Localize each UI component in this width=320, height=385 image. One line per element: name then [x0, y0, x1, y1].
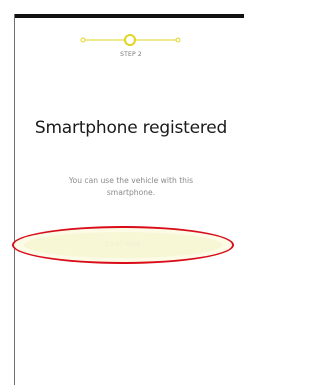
continue-button[interactable]: CONTINUE	[12, 226, 234, 264]
description-text: You can use the vehicle with this smartp…	[68, 176, 194, 197]
step-2-dot-current	[124, 34, 136, 46]
page-title: Smartphone registered	[34, 118, 228, 138]
step-1-dot	[80, 37, 86, 43]
step-indicator: STEP 2	[0, 0, 244, 60]
step-3-dot	[175, 37, 181, 43]
step-label: STEP 2	[120, 51, 142, 58]
continue-button-label: CONTINUE	[104, 241, 142, 248]
left-edge-line	[14, 14, 15, 385]
screen: STEP 2 Smartphone registered You can use…	[0, 0, 244, 385]
